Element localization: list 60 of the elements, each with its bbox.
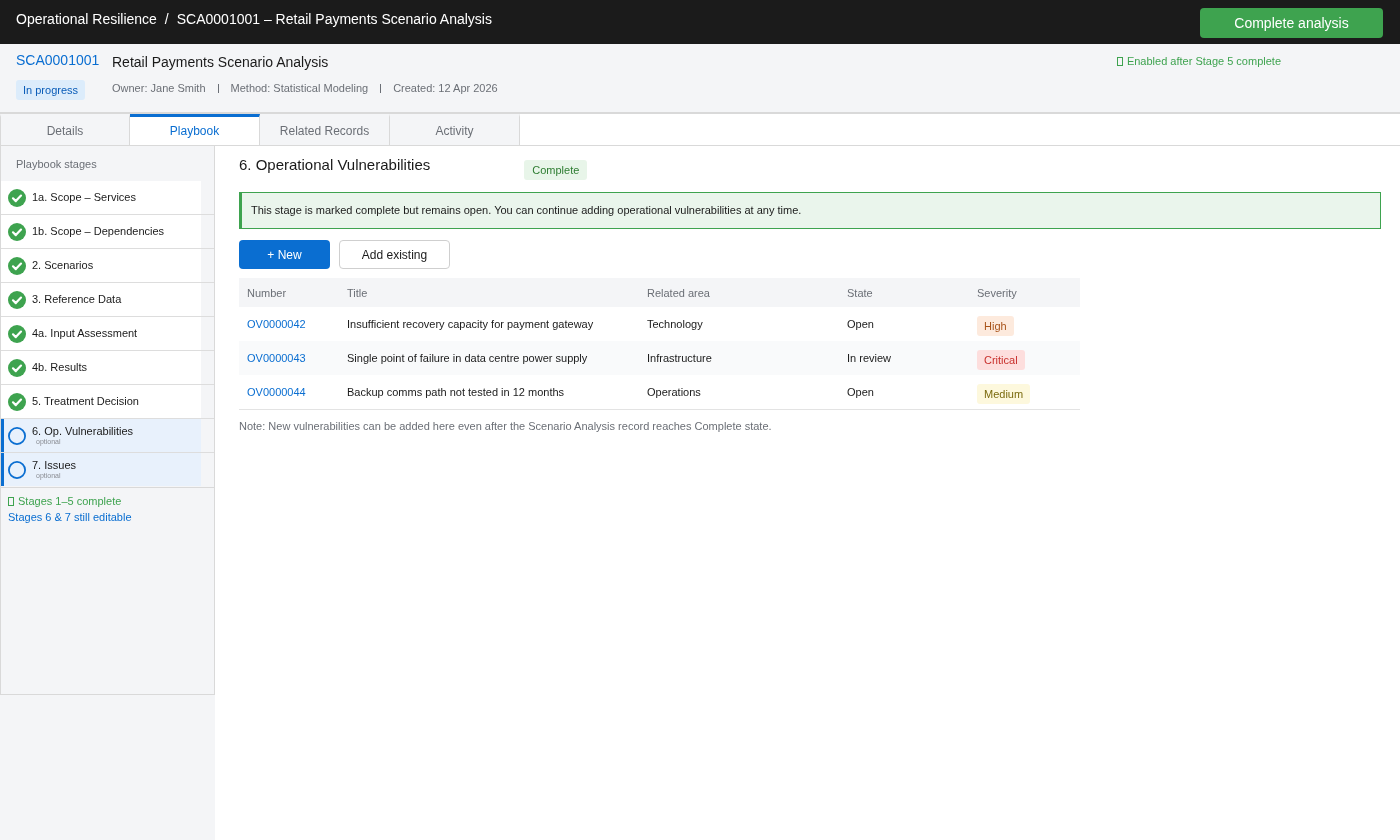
status-badge: In progress bbox=[16, 80, 86, 100]
table-cell: Single point of failure in data centre power supply bbox=[339, 341, 639, 375]
table-cell: Backup comms path not tested in 12 months bbox=[339, 375, 639, 410]
table-cell: Infrastructure bbox=[639, 341, 839, 375]
tab[interactable]: Details bbox=[0, 114, 130, 145]
record-link[interactable]: OV0000042 bbox=[247, 318, 306, 330]
breadcrumb-separator: / bbox=[164, 11, 169, 27]
rectangle-icon bbox=[8, 496, 14, 506]
stage-item[interactable]: 1b. Scope – Dependencies bbox=[1, 215, 201, 248]
stage-label: 7. Issues bbox=[32, 459, 77, 472]
meta-text: Method: Statistical Modeling bbox=[230, 81, 369, 95]
severity-badge: High bbox=[977, 315, 1014, 336]
tab[interactable]: Activity bbox=[390, 114, 520, 145]
record-number[interactable]: SCA0001001 bbox=[16, 52, 100, 69]
new-button[interactable]: + New bbox=[239, 240, 330, 269]
stage-label: 4a. Input Assessment bbox=[32, 327, 138, 340]
column-header: Related area bbox=[639, 278, 839, 307]
stage-item[interactable]: 3. Reference Data bbox=[1, 283, 201, 316]
stage-item[interactable]: 5. Treatment Decision bbox=[1, 385, 201, 418]
table-cell: Open bbox=[839, 375, 969, 410]
record-link[interactable]: OV0000044 bbox=[247, 386, 306, 398]
panel-title: Playbook stages bbox=[16, 157, 97, 170]
severity-badge: Medium bbox=[977, 383, 1031, 404]
stage-item[interactable]: 4a. Input Assessment bbox=[1, 317, 201, 350]
summary-text: Stages 6 & 7 still editable bbox=[8, 511, 132, 523]
tab[interactable]: Playbook bbox=[130, 114, 260, 145]
table-cell: In review bbox=[839, 341, 969, 375]
table-cell: Technology bbox=[639, 307, 839, 341]
summary-text: Stages 1–5 complete bbox=[18, 495, 122, 507]
stage-label: 5. Treatment Decision bbox=[32, 395, 139, 408]
column-header: State bbox=[839, 278, 969, 307]
stage-item[interactable]: 4b. Results bbox=[1, 351, 201, 384]
enable-hint: Enabled after Stage 5 complete bbox=[1126, 54, 1281, 68]
stage-label: 1a. Scope – Services bbox=[32, 191, 136, 204]
stage-label: 2. Scenarios bbox=[32, 259, 94, 272]
column-header: Number bbox=[239, 278, 339, 307]
column-header: Severity bbox=[969, 278, 1080, 307]
record-title: Retail Payments Scenario Analysis bbox=[112, 54, 329, 71]
stage-label: 1b. Scope – Dependencies bbox=[32, 225, 165, 238]
stage-label: 6. Op. Vulnerabilities bbox=[32, 425, 134, 438]
breadcrumb-link[interactable]: Operational Resilience bbox=[16, 11, 157, 27]
stage-label: 3. Reference Data bbox=[32, 293, 122, 306]
stage-heading: 6. Operational Vulnerabilities bbox=[239, 156, 431, 174]
meta-text: Created: 12 Apr 2026 bbox=[393, 81, 498, 95]
breadcrumb-current: SCA0001001 – Retail Payments Scenario Analysis bbox=[176, 11, 492, 27]
rectangle-icon bbox=[1116, 56, 1123, 66]
status-badge: Complete bbox=[524, 160, 588, 180]
stage-item[interactable]: 1a. Scope – Services bbox=[1, 181, 201, 214]
stage-label: 4b. Results bbox=[32, 361, 88, 374]
column-header: Title bbox=[339, 278, 639, 307]
stage-item[interactable]: 2. Scenarios bbox=[1, 249, 201, 282]
meta-text: Owner: Jane Smith bbox=[112, 81, 206, 95]
severity-badge: Critical bbox=[977, 349, 1025, 370]
tab[interactable]: Related Records bbox=[260, 114, 390, 145]
footnote: Note: New vulnerabilities can be added here even after the Scenario Analysis record reaches Complete state. bbox=[239, 420, 773, 432]
table-cell: Open bbox=[839, 307, 969, 341]
notice-banner: This stage is marked complete but remains open. You can continue adding operational vulnerabilities at any time. bbox=[239, 192, 1381, 229]
table-cell: Operations bbox=[639, 375, 839, 410]
table-cell: Insufficient recovery capacity for payment gateway bbox=[339, 307, 639, 341]
add-existing-button[interactable]: Add existing bbox=[339, 240, 450, 269]
